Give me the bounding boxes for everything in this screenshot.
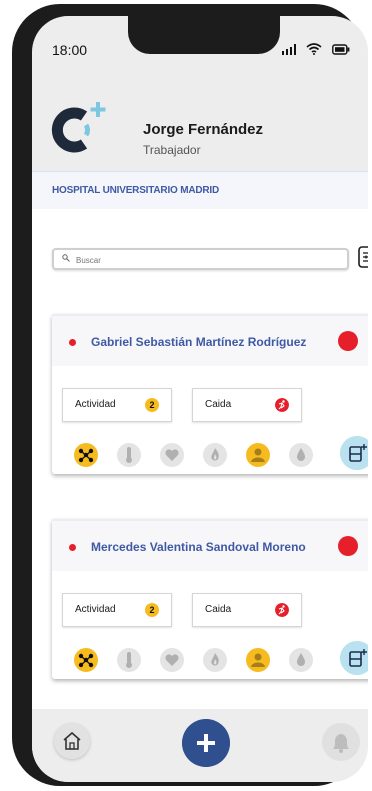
hospital-bar[interactable]: HOSPITAL UNIVERSITARIO MADRID xyxy=(32,171,368,211)
search-input[interactable] xyxy=(74,251,338,269)
patient-card[interactable]: Gabriel Sebastián Martínez Rodríguez Act… xyxy=(52,314,368,474)
bottom-nav xyxy=(32,709,368,782)
battery-icon xyxy=(332,43,350,55)
fall-metric[interactable]: Caida xyxy=(192,388,302,422)
fall-label: Caida xyxy=(205,604,232,615)
app-screen: 18:00 Jorge Fernández Trabajador HOSPITA… xyxy=(32,16,368,782)
profile-header: Jorge Fernández Trabajador xyxy=(32,88,368,168)
heart-icon[interactable] xyxy=(159,647,185,673)
patient-list-area: Gabriel Sebastián Martínez Rodríguez Act… xyxy=(32,209,368,709)
patient-card[interactable]: Mercedes Valentina Sandoval Moreno Activ… xyxy=(52,519,368,679)
add-button[interactable] xyxy=(182,719,230,767)
home-icon[interactable] xyxy=(54,723,90,759)
bell-icon[interactable] xyxy=(322,723,360,761)
activity-count-badge: 2 xyxy=(145,398,159,412)
phone-frame: 18:00 Jorge Fernández Trabajador HOSPITA… xyxy=(12,4,368,786)
person-icon[interactable] xyxy=(245,442,271,468)
network-icon[interactable] xyxy=(73,647,99,673)
activity-label: Actividad xyxy=(75,604,116,615)
drop-icon[interactable] xyxy=(288,647,314,673)
app-logo xyxy=(51,102,106,153)
search-icon xyxy=(62,254,70,262)
activity-metric[interactable]: Actividad 2 xyxy=(62,388,172,422)
filter-icon[interactable] xyxy=(358,246,368,268)
activity-metric[interactable]: Actividad 2 xyxy=(62,593,172,627)
wifi-icon xyxy=(306,43,322,55)
drop-icon[interactable] xyxy=(288,442,314,468)
status-icons xyxy=(282,43,350,55)
sensor-icons xyxy=(64,436,368,470)
add-device-button[interactable] xyxy=(340,641,368,675)
thermometer-icon[interactable] xyxy=(116,442,142,468)
person-icon[interactable] xyxy=(245,647,271,673)
user-name: Jorge Fernández xyxy=(143,121,264,138)
phone-notch xyxy=(128,16,280,54)
heart-icon[interactable] xyxy=(159,442,185,468)
network-icon[interactable] xyxy=(73,442,99,468)
add-device-button[interactable] xyxy=(340,436,368,470)
activity-count-badge: 2 xyxy=(145,603,159,617)
activity-label: Actividad xyxy=(75,399,116,410)
fall-label: Caida xyxy=(205,399,232,410)
search-box xyxy=(52,248,349,270)
patient-card-header: Gabriel Sebastián Martínez Rodríguez xyxy=(52,314,368,366)
flame-icon[interactable] xyxy=(202,647,228,673)
signal-icon xyxy=(282,43,296,55)
hospital-name: HOSPITAL UNIVERSITARIO MADRID xyxy=(52,185,219,196)
status-dot xyxy=(69,544,76,551)
fall-metric[interactable]: Caida xyxy=(192,593,302,627)
fall-alert-icon xyxy=(275,398,289,412)
user-role: Trabajador xyxy=(143,143,201,157)
status-time: 18:00 xyxy=(52,42,88,58)
patient-card-header: Mercedes Valentina Sandoval Moreno xyxy=(52,519,368,571)
fall-alert-icon xyxy=(275,603,289,617)
alert-indicator xyxy=(338,331,358,351)
patient-name[interactable]: Gabriel Sebastián Martínez Rodríguez xyxy=(91,335,306,349)
patient-name[interactable]: Mercedes Valentina Sandoval Moreno xyxy=(91,540,306,554)
flame-icon[interactable] xyxy=(202,442,228,468)
thermometer-icon[interactable] xyxy=(116,647,142,673)
alert-indicator xyxy=(338,536,358,556)
sensor-icons xyxy=(64,641,368,675)
status-dot xyxy=(69,339,76,346)
